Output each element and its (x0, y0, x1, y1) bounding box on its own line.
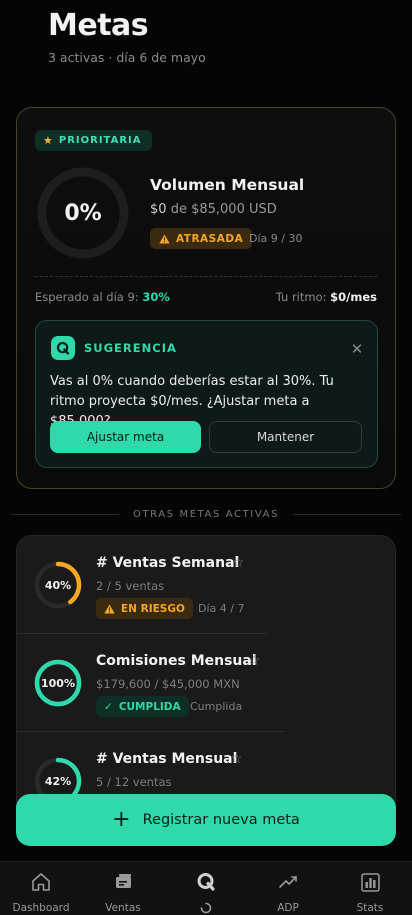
goal-status-text: Cumplida (190, 700, 243, 713)
section-label: OTRAS METAS ACTIVAS (132, 509, 280, 520)
check-icon: ✓ (104, 700, 113, 713)
trend-icon (279, 876, 297, 888)
current-pace: Tu ritmo: $0/mes (275, 290, 377, 304)
priority-goal-card[interactable]: ★ PRIORITARIA 0% Volumen Mensual $0 de $… (16, 107, 396, 489)
warning-icon (159, 234, 170, 243)
star-icon: ★ (43, 134, 54, 147)
nav-tab-adp[interactable]: ADP (266, 862, 310, 915)
q-logo-icon (197, 873, 215, 891)
suggestion-title: SUGERENCIA (84, 341, 177, 355)
goal-item-ventas-semanal[interactable]: 40% # Ventas Semanal ☆ 2 / 5 ventas EN R… (17, 536, 395, 633)
nav-tab-stats[interactable]: Stats (348, 862, 392, 915)
goal-detail: 2 / 5 ventas (96, 579, 165, 593)
priority-badge-label: PRIORITARIA (58, 135, 142, 146)
new-goal-button-label: Registrar nueva meta (142, 812, 300, 828)
goal-percent: 100% (41, 676, 75, 690)
priority-goal-name: Volumen Mensual (150, 176, 305, 194)
status-badge: ATRASADA (150, 228, 253, 249)
bar-chart-icon (361, 873, 380, 892)
suggestion-card: SUGERENCIA ✕ Vas al 0% cuando deberías e… (35, 320, 378, 468)
q-logo-icon (51, 336, 75, 360)
goal-detail: 5 / 12 ventas (96, 775, 172, 789)
nav-tab-home-logo[interactable] (186, 862, 226, 915)
goal-percent: 40% (44, 578, 72, 592)
goal-name: # Ventas Semanal (96, 555, 240, 571)
star-outline-icon[interactable]: ☆ (248, 653, 261, 669)
goal-name: # Ventas Mensual (96, 751, 238, 767)
close-icon[interactable]: ✕ (349, 340, 365, 358)
loading-indicator-icon (200, 902, 212, 914)
star-outline-icon[interactable]: ☆ (230, 751, 243, 767)
status-badge: ✓ CUMPLIDA (96, 696, 189, 717)
warning-icon (104, 604, 115, 613)
goal-item-comisiones-mensual[interactable]: 100% Comisiones Mensual ☆ $179,600 / $45… (17, 634, 395, 731)
keep-goal-button[interactable]: Mantener (209, 421, 362, 453)
page-title: Metas (48, 8, 149, 43)
new-goal-button[interactable]: + Registrar nueva meta (16, 794, 396, 846)
page-subtitle: 3 activas · día 6 de mayo (48, 50, 206, 65)
nav-tab-ventas[interactable]: Ventas (95, 862, 151, 915)
other-goals-list: 40% # Ventas Semanal ☆ 2 / 5 ventas EN R… (16, 535, 396, 835)
bottom-nav: Dashboard Ventas ADP Stats (0, 861, 412, 915)
status-badge: EN RIESGO (96, 598, 193, 619)
expected-progress: Esperado al día 9: 30% (35, 290, 170, 304)
adjust-goal-button[interactable]: Ajustar meta (50, 421, 201, 453)
priority-day-counter: Día 9 / 30 (249, 232, 303, 245)
goal-name: Comisiones Mensual (96, 653, 257, 669)
goal-detail: $179,600 / $45,000 MXN (96, 677, 240, 691)
star-outline-icon[interactable]: ☆ (232, 555, 245, 571)
divider (35, 276, 377, 277)
nav-tab-dashboard[interactable]: Dashboard (11, 862, 71, 915)
home-icon (32, 873, 50, 891)
priority-percent: 0% (64, 200, 102, 226)
section-divider: OTRAS METAS ACTIVAS (0, 509, 412, 520)
priority-badge: ★ PRIORITARIA (35, 130, 152, 151)
goal-day-counter: Día 4 / 7 (198, 602, 245, 615)
plus-icon: + (112, 807, 131, 832)
sales-icon (116, 874, 131, 888)
priority-goal-amount: $0 de $85,000 USD (150, 202, 277, 217)
